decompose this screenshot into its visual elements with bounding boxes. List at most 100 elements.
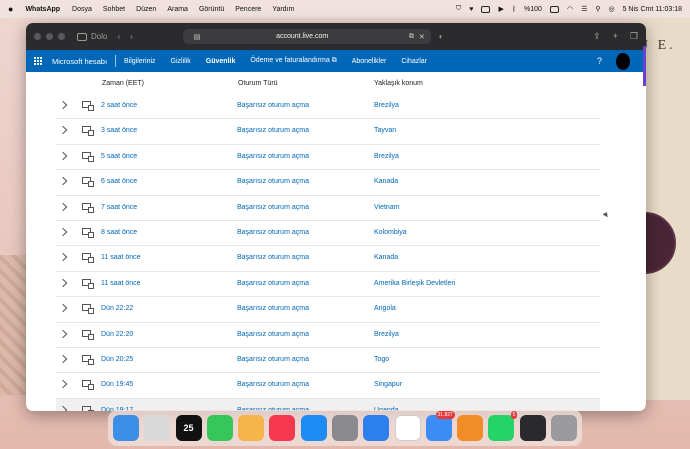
row-type[interactable]: Başarısız oturum açma — [237, 204, 309, 211]
row-location[interactable]: Togo — [374, 356, 389, 363]
row-type[interactable]: Başarısız oturum açma — [237, 254, 309, 261]
sidebar-label[interactable]: Dolo — [91, 32, 107, 41]
row-type[interactable]: Başarısız oturum açma — [237, 178, 309, 185]
row-type[interactable]: Başarısız oturum açma — [237, 356, 309, 363]
row-location[interactable]: Kanada — [374, 254, 398, 261]
avatar[interactable] — [616, 52, 630, 70]
nav-odeme[interactable]: Ödeme ve faturalandırma ⧉ — [250, 57, 336, 65]
chevron-right-icon[interactable] — [58, 253, 68, 262]
dock-launchpad-icon[interactable] — [144, 415, 171, 441]
siri-icon[interactable]: ◎ — [608, 5, 614, 13]
control-center-icon[interactable]: ☰ — [581, 5, 587, 13]
dock-safari-icon[interactable] — [363, 415, 390, 441]
app-launcher-icon[interactable] — [34, 57, 42, 65]
row-location[interactable]: Vietnam — [374, 204, 400, 211]
table-row[interactable]: 8 saat önce Başarısız oturum açma Kolombiy… — [56, 221, 600, 247]
table-row[interactable]: 2 saat önce Başarısız oturum açma Brezilya — [56, 94, 600, 120]
row-time[interactable]: 2 saat önce — [101, 102, 137, 109]
address-bar[interactable]: ▤ account.live.com ⧉ ✕ — [182, 29, 431, 44]
dock-music-icon[interactable] — [269, 415, 296, 441]
row-location[interactable]: Amerika Birleşik Devletleri — [374, 280, 455, 287]
row-type[interactable]: Başarısız oturum açma — [237, 331, 309, 338]
chevron-right-icon[interactable] — [58, 354, 68, 364]
dock-chatgpt-icon[interactable] — [394, 415, 421, 441]
row-location[interactable]: Tayvan — [374, 127, 396, 134]
row-location[interactable]: Kanada — [374, 178, 398, 185]
menu-duzen[interactable]: Düzen — [136, 6, 156, 13]
chevron-right-icon[interactable] — [58, 405, 68, 411]
row-time[interactable]: 6 saat önce — [101, 178, 137, 185]
row-time[interactable]: Dün 22:20 — [101, 331, 133, 338]
row-time[interactable]: 7 saat önce — [101, 204, 137, 211]
image-icon[interactable] — [481, 5, 491, 13]
row-type[interactable]: Başarısız oturum açma — [237, 127, 309, 134]
dock-messages-icon[interactable] — [206, 415, 233, 441]
url-text[interactable]: account.live.com — [200, 33, 404, 40]
chevron-right-icon[interactable] — [58, 329, 68, 338]
table-row[interactable]: 5 saat önce Başarısız oturum açma Brezilya — [56, 145, 600, 171]
dock-calendar-icon[interactable]: 25 — [175, 415, 202, 441]
row-time[interactable]: Dün 20:25 — [101, 356, 133, 363]
table-row[interactable]: Dün 20:25 Başarısız oturum açma Togo — [56, 348, 600, 374]
row-time[interactable]: 8 saat önce — [101, 229, 137, 236]
menu-yardim[interactable]: Yardım — [272, 6, 294, 13]
nav-gizlilik[interactable]: Gizlilik — [171, 58, 191, 65]
minimize-button[interactable] — [46, 33, 53, 40]
bluetooth-icon[interactable]: ᛒ — [512, 6, 516, 13]
help-icon[interactable]: ? — [597, 56, 602, 66]
chevron-right-icon[interactable] — [58, 100, 68, 110]
brand-link[interactable]: Microsoft hesabı — [52, 57, 107, 66]
sidebar-icon[interactable] — [77, 32, 87, 41]
chevron-right-icon[interactable] — [58, 227, 68, 237]
battery-icon[interactable] — [549, 5, 559, 13]
menu-goruntu[interactable]: Görüntü — [199, 6, 224, 13]
menu-dosya[interactable]: Dosya — [72, 6, 92, 13]
row-time[interactable]: Dün 22:22 — [101, 305, 133, 312]
table-row[interactable]: Dün 19:45 Başarısız oturum açma Singapur — [56, 373, 600, 399]
close-button[interactable] — [34, 33, 41, 40]
row-time[interactable]: 5 saat önce — [101, 153, 137, 160]
row-type[interactable]: Başarısız oturum açma — [237, 229, 309, 236]
row-type[interactable]: Başarısız oturum açma — [237, 381, 309, 388]
row-type[interactable]: Başarısız oturum açma — [237, 305, 309, 312]
row-time[interactable]: Dün 19:45 — [101, 381, 133, 388]
menu-sohbet[interactable]: Sohbet — [103, 6, 125, 13]
dock-trash-icon[interactable] — [550, 415, 577, 441]
chevron-right-icon[interactable] — [58, 126, 68, 135]
row-location[interactable]: Angola — [374, 305, 396, 312]
row-location[interactable]: Brezilya — [374, 153, 399, 160]
play-icon[interactable]: ▶ — [498, 5, 503, 13]
shield-icon[interactable]: ◐ — [439, 32, 444, 41]
new-tab-icon[interactable]: + — [613, 31, 618, 42]
row-time[interactable]: 11 saat önce — [101, 280, 141, 287]
menu-arama[interactable]: Arama — [167, 6, 188, 13]
nav-cihazlar[interactable]: Cihazlar — [401, 58, 427, 65]
dock-settings-icon[interactable] — [331, 415, 358, 441]
menu-pencere[interactable]: Pencere — [235, 6, 261, 13]
dock-books-icon[interactable] — [457, 415, 484, 441]
dock-mail-icon[interactable]: 31.827 — [425, 411, 455, 441]
nav-bilgileriniz[interactable]: Bilgileriniz — [124, 58, 156, 65]
nav-abonelikler[interactable]: Abonelikler — [352, 58, 387, 65]
wifi-icon[interactable]: ◠ — [567, 5, 573, 13]
share-icon[interactable]: ⇪ — [593, 31, 601, 42]
back-icon[interactable]: ‹ — [117, 32, 120, 41]
row-location[interactable]: Brezilya — [374, 331, 399, 338]
dock-photos-icon[interactable] — [238, 415, 265, 441]
row-type[interactable]: Başarısız oturum açma — [237, 280, 309, 287]
chevron-right-icon[interactable] — [58, 176, 68, 186]
clock[interactable]: 5 Nis Cmt 11:03:18 — [623, 6, 682, 13]
row-type[interactable]: Başarısız oturum açma — [237, 102, 309, 109]
table-row[interactable]: 11 saat önce Başarısız oturum açma Kanada — [56, 246, 600, 272]
row-location[interactable]: Kolombiya — [374, 229, 407, 236]
table-row[interactable]: 6 saat önce Başarısız oturum açma Kanada — [56, 170, 600, 196]
translate-icon[interactable]: ⧉ — [409, 33, 414, 41]
table-row[interactable]: 7 saat önce Başarısız oturum açma Vietnam — [56, 196, 600, 221]
dock-app-store-icon[interactable] — [300, 415, 327, 441]
clear-icon[interactable]: ✕ — [419, 33, 425, 41]
app-name[interactable]: WhatsApp — [25, 6, 60, 13]
table-row[interactable]: Dün 22:22 Başarısız oturum açma Angola — [56, 297, 600, 323]
search-icon[interactable]: ⚲ — [595, 5, 600, 13]
dock-iphone-mirroring-icon[interactable] — [519, 415, 546, 441]
tabs-overview-icon[interactable]: ❐ — [630, 31, 638, 42]
